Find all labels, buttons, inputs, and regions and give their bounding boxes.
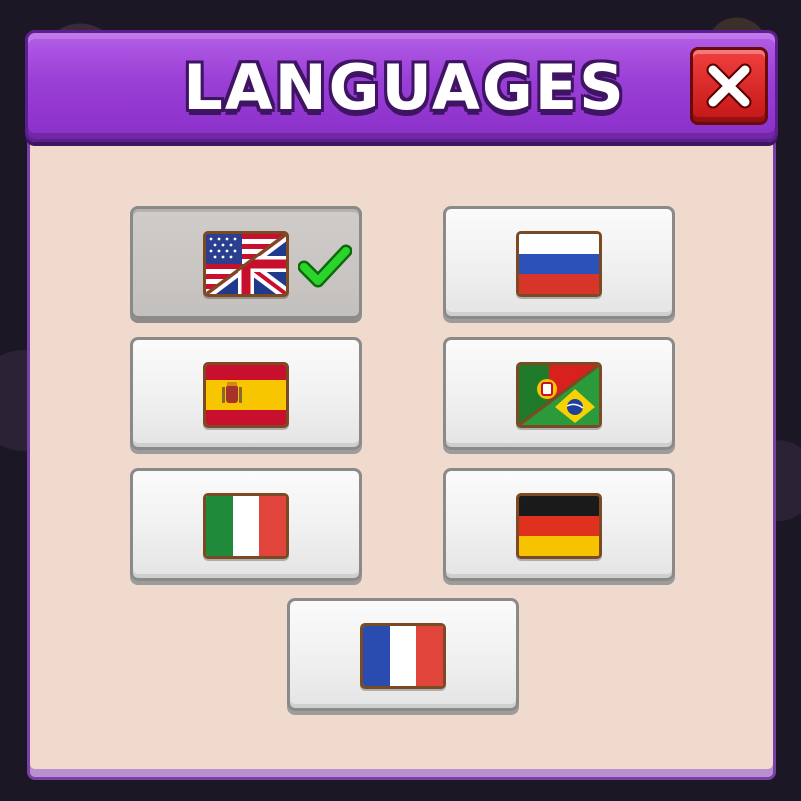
portugal-brazil-flag-icon xyxy=(516,362,602,428)
language-button-french[interactable] xyxy=(287,598,519,711)
close-x-icon xyxy=(706,63,752,109)
language-button-portuguese[interactable] xyxy=(443,337,675,450)
language-button-russian[interactable] xyxy=(443,206,675,319)
france-flag-icon xyxy=(360,623,446,689)
russia-flag-icon xyxy=(516,231,602,297)
language-button-spanish[interactable] xyxy=(130,337,362,450)
germany-flag-icon xyxy=(516,493,602,559)
italy-flag-icon xyxy=(203,493,289,559)
close-button[interactable] xyxy=(690,47,768,125)
language-button-german[interactable] xyxy=(443,468,675,581)
dialog-title: LANGUAGES xyxy=(183,51,626,124)
us-uk-flag-icon xyxy=(203,231,289,297)
language-button-english[interactable] xyxy=(130,206,362,319)
language-button-italian[interactable] xyxy=(130,468,362,581)
dialog-header: LANGUAGES xyxy=(25,30,778,142)
checkmark-icon xyxy=(298,244,352,288)
languages-dialog: LANGUAGES xyxy=(25,30,778,785)
spain-flag-icon xyxy=(203,362,289,428)
